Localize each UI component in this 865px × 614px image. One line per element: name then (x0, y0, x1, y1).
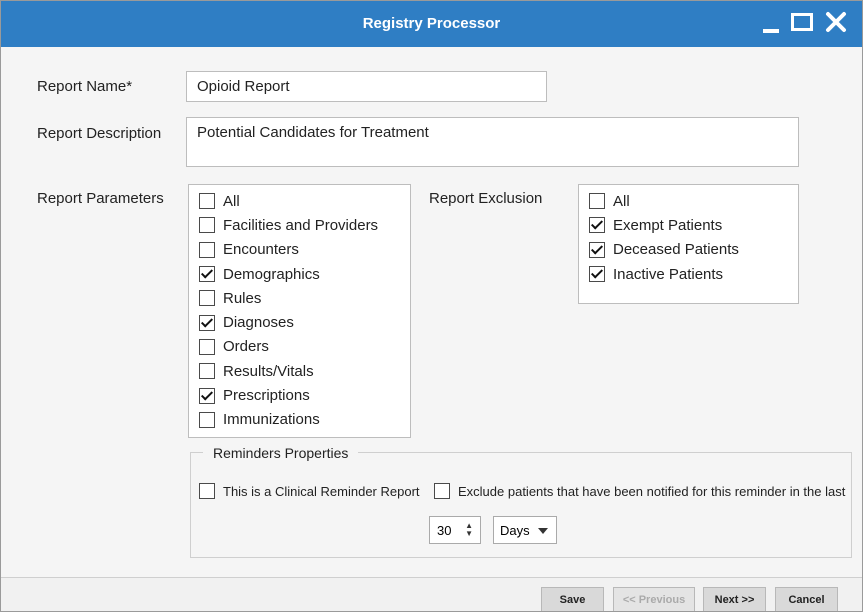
unit-select[interactable]: Days (493, 516, 557, 544)
report-exclusion-label: Report Exclusion (429, 190, 543, 207)
report-exclusion-list: All Exempt Patients Deceased Patients In… (578, 184, 799, 304)
checkbox-icon[interactable] (199, 411, 215, 428)
window-title: Registry Processor (362, 15, 501, 32)
checkbox-icon[interactable] (199, 193, 215, 210)
previous-button[interactable]: << Previous (613, 587, 695, 611)
save-button[interactable]: Save (541, 587, 604, 611)
parameter-prescriptions[interactable]: Prescriptions (199, 383, 410, 407)
report-name-label: Report Name* (37, 78, 133, 95)
unit-value: Days (500, 523, 530, 538)
checkbox-icon[interactable] (199, 241, 215, 258)
parameter-label: Prescriptions (223, 387, 310, 405)
period-value: 30 (437, 523, 452, 538)
parameter-label: All (223, 192, 240, 210)
checkbox-checked-icon[interactable] (589, 266, 605, 283)
checkbox-icon[interactable] (199, 338, 215, 355)
exclusion-label: Inactive Patients (613, 265, 724, 283)
report-description-input[interactable]: Potential Candidates for Treatment (186, 117, 799, 167)
checkbox-icon[interactable] (199, 363, 215, 380)
registry-processor-window: Registry Processor Report Name* Opioid R… (0, 0, 863, 612)
parameter-diagnoses[interactable]: Diagnoses (199, 310, 410, 334)
exclude-notified-label: Exclude patients that have been notified… (458, 483, 846, 499)
next-button[interactable]: Next >> (703, 587, 766, 611)
report-name-input[interactable]: Opioid Report (186, 71, 547, 102)
parameter-label: Diagnoses (223, 314, 294, 332)
close-icon[interactable] (825, 11, 849, 35)
parameter-results-vitals[interactable]: Results/Vitals (199, 359, 410, 383)
clinical-reminder-label: This is a Clinical Reminder Report (223, 483, 420, 499)
exclusion-label: Deceased Patients (613, 241, 739, 259)
parameter-label: Results/Vitals (223, 362, 314, 380)
parameter-label: Encounters (223, 241, 299, 259)
checkbox-icon[interactable] (199, 290, 215, 307)
minimize-icon[interactable] (763, 11, 779, 35)
parameter-label: Rules (223, 289, 262, 307)
checkbox-icon[interactable] (199, 483, 215, 499)
checkbox-icon[interactable] (589, 193, 605, 210)
parameter-orders[interactable]: Orders (199, 335, 410, 359)
clinical-reminder-option[interactable]: This is a Clinical Reminder Report (199, 483, 420, 499)
parameter-encounters[interactable]: Encounters (199, 238, 410, 262)
checkbox-checked-icon[interactable] (589, 241, 605, 258)
period-stepper[interactable]: 30 ▲ ▼ (429, 516, 481, 544)
report-parameters-list: All Facilities and Providers Encounters … (188, 184, 411, 438)
parameter-facilities-and-providers[interactable]: Facilities and Providers (199, 213, 410, 237)
exclusion-label: Exempt Patients (613, 216, 723, 234)
chevron-down-icon (538, 528, 548, 534)
exclusion-deceased-patients[interactable]: Deceased Patients (589, 238, 798, 262)
parameter-label: Demographics (223, 265, 320, 283)
checkbox-checked-icon[interactable] (199, 314, 215, 331)
checkbox-checked-icon[interactable] (199, 266, 215, 283)
title-bar: Registry Processor (1, 1, 862, 47)
parameter-label: Facilities and Providers (223, 216, 379, 234)
parameter-all[interactable]: All (199, 189, 410, 213)
maximize-icon[interactable] (791, 11, 815, 35)
exclusion-exempt-patients[interactable]: Exempt Patients (589, 213, 798, 237)
checkbox-checked-icon[interactable] (199, 387, 215, 404)
exclusion-label: All (613, 192, 630, 210)
cancel-button[interactable]: Cancel (775, 587, 838, 611)
stepper-arrows-icon[interactable]: ▲ ▼ (465, 522, 473, 538)
report-description-label: Report Description (37, 125, 162, 142)
checkbox-checked-icon[interactable] (589, 217, 605, 234)
checkbox-icon[interactable] (199, 217, 215, 234)
parameter-label: Immunizations (223, 411, 320, 429)
parameter-immunizations[interactable]: Immunizations (199, 408, 410, 432)
exclusion-inactive-patients[interactable]: Inactive Patients (589, 262, 798, 286)
parameter-rules[interactable]: Rules (199, 286, 410, 310)
parameter-demographics[interactable]: Demographics (199, 262, 410, 286)
parameter-label: Orders (223, 338, 269, 356)
checkbox-icon[interactable] (434, 483, 450, 499)
report-parameters-label: Report Parameters (37, 190, 164, 207)
exclude-notified-option[interactable]: Exclude patients that have been notified… (434, 483, 845, 499)
reminders-properties-legend: Reminders Properties (203, 445, 359, 461)
exclusion-all[interactable]: All (589, 189, 798, 213)
